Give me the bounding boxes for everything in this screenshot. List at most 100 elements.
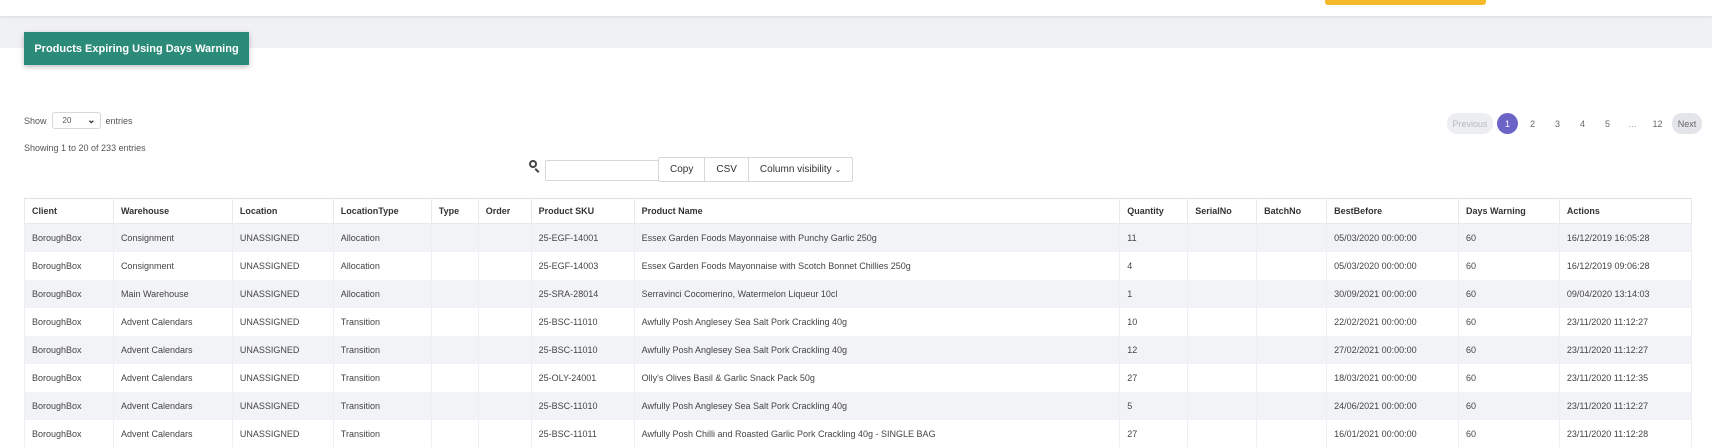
- cell-location: UNASSIGNED: [231, 335, 334, 364]
- cell-product-name: Serravinci Cocomerino, Watermelon Liqueu…: [633, 279, 1121, 308]
- column-header-actions[interactable]: Actions: [1558, 198, 1693, 224]
- cell-location: UNASSIGNED: [231, 279, 334, 308]
- column-header-type[interactable]: Type: [430, 198, 479, 224]
- cell-days-warning: 60: [1458, 391, 1560, 420]
- pagination: Previous 1 2 3 4 5 … 12 Next: [1447, 113, 1702, 134]
- cell-product-sku: 25-OLY-24001: [530, 363, 635, 392]
- cell-client: BoroughBox: [24, 223, 114, 252]
- column-header-days-warning[interactable]: Days Warning: [1458, 198, 1560, 224]
- cell-best-before: 24/06/2021 00:00:00: [1326, 391, 1460, 420]
- csv-button[interactable]: CSV: [705, 158, 749, 181]
- cell-product-sku: 25-EGF-14003: [530, 251, 635, 280]
- cell-client: BoroughBox: [24, 251, 114, 280]
- page-length-select[interactable]: 20 ⌄: [51, 112, 101, 129]
- copy-button[interactable]: Copy: [659, 158, 706, 181]
- cell-order: [477, 391, 532, 420]
- table-row[interactable]: BoroughBox Advent Calendars UNASSIGNED Tran…: [24, 391, 1693, 420]
- search-input[interactable]: [545, 160, 661, 181]
- column-header-client[interactable]: Client: [24, 198, 114, 224]
- cell-location-type: Transition: [332, 419, 432, 447]
- cell-location-type: Allocation: [332, 251, 432, 280]
- cell-warehouse: Advent Calendars: [112, 419, 233, 447]
- table-row[interactable]: BoroughBox Advent Calendars UNASSIGNED Tran…: [24, 307, 1693, 336]
- cell-actions: 23/11/2020 11:12:35: [1558, 363, 1693, 392]
- topbar-accent-button[interactable]: [1325, 0, 1486, 5]
- page-button-2[interactable]: 2: [1522, 113, 1543, 134]
- cell-location-type: Transition: [332, 335, 432, 364]
- column-header-quantity[interactable]: Quantity: [1119, 198, 1189, 224]
- table-row[interactable]: BoroughBox Advent Calendars UNASSIGNED Tran…: [24, 335, 1693, 364]
- cell-actions: 09/04/2020 13:14:03: [1558, 279, 1693, 308]
- cell-location-type: Transition: [332, 391, 432, 420]
- cell-product-name: Essex Garden Foods Mayonnaise with Punch…: [633, 223, 1121, 252]
- cell-warehouse: Consignment: [112, 251, 233, 280]
- cell-location-type: Transition: [332, 363, 432, 392]
- cell-client: BoroughBox: [24, 391, 114, 420]
- column-visibility-button[interactable]: Column visibility ⌄: [749, 158, 852, 181]
- table-header-row: Client Warehouse Location LocationType T…: [24, 198, 1693, 224]
- chevron-down-icon: ⌄: [87, 115, 96, 126]
- cell-client: BoroughBox: [24, 363, 114, 392]
- cell-actions: 16/12/2019 09:06:28: [1558, 251, 1693, 280]
- page-title: Products Expiring Using Days Warning: [24, 32, 249, 65]
- cell-type: [430, 363, 479, 392]
- entries-label: entries: [105, 115, 133, 126]
- cell-warehouse: Advent Calendars: [112, 363, 233, 392]
- cell-location: UNASSIGNED: [231, 391, 334, 420]
- cell-location-type: Transition: [332, 307, 432, 336]
- column-header-order[interactable]: Order: [477, 198, 532, 224]
- page-ellipsis: …: [1628, 118, 1637, 129]
- cell-serial-no: [1187, 251, 1258, 280]
- cell-quantity: 5: [1119, 391, 1189, 420]
- column-header-batch-no[interactable]: BatchNo: [1256, 198, 1328, 224]
- table-row[interactable]: BoroughBox Consignment UNASSIGNED Allocatio…: [24, 223, 1693, 252]
- cell-serial-no: [1187, 335, 1258, 364]
- cell-quantity: 4: [1119, 251, 1189, 280]
- cell-serial-no: [1187, 419, 1258, 447]
- column-header-location[interactable]: Location: [231, 198, 334, 224]
- cell-actions: 23/11/2020 11:12:27: [1558, 307, 1693, 336]
- export-buttons: Copy CSV Column visibility ⌄: [658, 157, 854, 182]
- column-header-product-name[interactable]: Product Name: [633, 198, 1121, 224]
- previous-page-button[interactable]: Previous: [1447, 113, 1493, 134]
- cell-product-sku: 25-BSC-11011: [530, 419, 635, 447]
- cell-actions: 23/11/2020 11:12:27: [1558, 391, 1693, 420]
- table-row[interactable]: BoroughBox Advent Calendars UNASSIGNED Tran…: [24, 363, 1693, 392]
- cell-order: [477, 251, 532, 280]
- cell-location: UNASSIGNED: [231, 223, 334, 252]
- table-info: Showing 1 to 20 of 233 entries: [24, 143, 146, 153]
- show-label: Show: [24, 115, 47, 126]
- page-button-5[interactable]: 5: [1597, 113, 1618, 134]
- page-button-1[interactable]: 1: [1497, 113, 1518, 134]
- cell-product-name: Awfully Posh Chilli and Roasted Garlic P…: [633, 419, 1121, 447]
- cell-client: BoroughBox: [24, 419, 114, 447]
- cell-quantity: 27: [1119, 363, 1189, 392]
- cell-product-name: Awfully Posh Anglesey Sea Salt Pork Crac…: [633, 335, 1121, 364]
- cell-order: [477, 419, 532, 447]
- cell-quantity: 1: [1119, 279, 1189, 308]
- cell-product-sku: 25-BSC-11010: [530, 307, 635, 336]
- cell-type: [430, 251, 479, 280]
- column-header-product-sku[interactable]: Product SKU: [530, 198, 635, 224]
- table-row[interactable]: BoroughBox Main Warehouse UNASSIGNED Alloca…: [24, 279, 1693, 308]
- column-header-serial-no[interactable]: SerialNo: [1187, 198, 1258, 224]
- cell-days-warning: 60: [1458, 223, 1560, 252]
- table-row[interactable]: BoroughBox Consignment UNASSIGNED Allocatio…: [24, 251, 1693, 280]
- page-button-12[interactable]: 12: [1647, 113, 1668, 134]
- cell-order: [477, 223, 532, 252]
- column-header-best-before[interactable]: BestBefore: [1326, 198, 1460, 224]
- page-button-4[interactable]: 4: [1572, 113, 1593, 134]
- cell-batch-no: [1256, 307, 1328, 336]
- cell-actions: 23/11/2020 11:12:27: [1558, 335, 1693, 364]
- cell-location: UNASSIGNED: [231, 251, 334, 280]
- top-navbar: [0, 0, 1712, 16]
- column-header-warehouse[interactable]: Warehouse: [112, 198, 233, 224]
- next-page-button[interactable]: Next: [1672, 113, 1702, 134]
- cell-type: [430, 223, 479, 252]
- page-button-3[interactable]: 3: [1547, 113, 1568, 134]
- cell-best-before: 05/03/2020 00:00:00: [1326, 251, 1460, 280]
- cell-serial-no: [1187, 391, 1258, 420]
- table-row[interactable]: BoroughBox Advent Calendars UNASSIGNED Tran…: [24, 419, 1693, 447]
- cell-warehouse: Advent Calendars: [112, 335, 233, 364]
- column-header-location-type[interactable]: LocationType: [332, 198, 432, 224]
